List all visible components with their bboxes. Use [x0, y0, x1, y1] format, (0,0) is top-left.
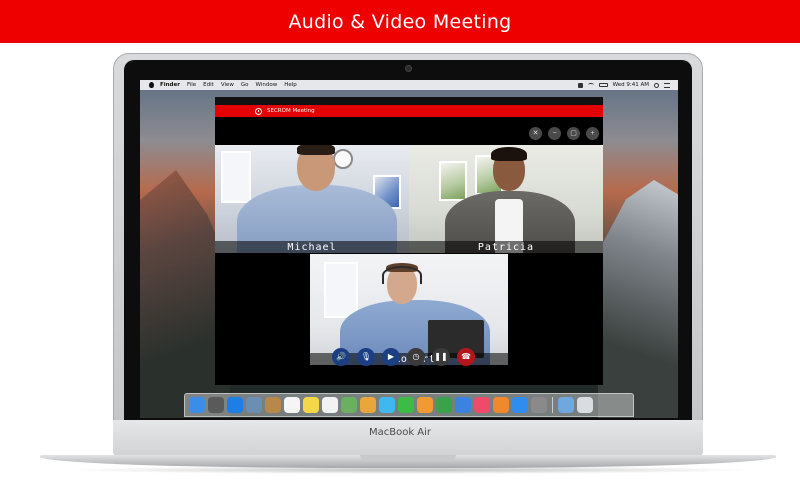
call-controls: 🔊 🎙 ▶ ◷ ❚❚ ☎: [332, 348, 475, 366]
mac-dock: [184, 393, 634, 417]
menu-window[interactable]: Window: [256, 82, 278, 88]
participant-name: Michael: [287, 241, 337, 253]
promo-page: Audio & Video Meeting MacBook Air Finder…: [0, 0, 800, 500]
photos-dock-icon[interactable]: [360, 397, 376, 413]
banner-title: Audio & Video Meeting: [288, 10, 512, 33]
wallpaper-mountain-right: [598, 180, 678, 418]
apple-menu-icon[interactable]: [149, 82, 154, 88]
spotlight-search-icon[interactable]: [654, 82, 659, 88]
app-header: SECROM Meeting: [215, 105, 603, 117]
name-bar: Patricia: [409, 241, 603, 253]
wall-clock: [333, 149, 353, 169]
name-bar: Michael: [215, 241, 409, 253]
app-title-bar[interactable]: [215, 97, 603, 105]
contacts-dock-icon[interactable]: [265, 397, 281, 413]
add-participant-button[interactable]: +: [586, 127, 599, 140]
menu-go[interactable]: Go: [241, 82, 249, 88]
facetime-dock-icon[interactable]: [398, 397, 414, 413]
speaker-button[interactable]: 🔊: [332, 348, 350, 366]
menu-edit[interactable]: Edit: [203, 82, 214, 88]
camera-button[interactable]: ▶: [382, 348, 400, 366]
calendar-dock-icon[interactable]: [284, 397, 300, 413]
webcam-icon: [405, 65, 412, 72]
menu-clock[interactable]: Wed 9:41 AM: [613, 82, 649, 88]
microphone-button[interactable]: 🎙: [357, 348, 375, 366]
books-dock-icon[interactable]: [493, 397, 509, 413]
window-toolbar: ✕ − ▢ +: [529, 127, 599, 140]
music-dock-icon[interactable]: [474, 397, 490, 413]
battery-icon[interactable]: [598, 83, 608, 87]
laptop-chin: [113, 420, 703, 456]
notification-center-icon[interactable]: [664, 82, 670, 88]
wall-art: [439, 161, 467, 201]
launchpad-dock-icon[interactable]: [208, 397, 224, 413]
keynote-dock-icon[interactable]: [455, 397, 471, 413]
video-tile-patricia[interactable]: Patricia: [409, 145, 603, 253]
system-preferences-dock-icon[interactable]: [531, 397, 547, 413]
promo-banner: Audio & Video Meeting: [0, 0, 800, 43]
finder-dock-icon[interactable]: [189, 397, 205, 413]
headset-icon: [382, 266, 422, 284]
fullscreen-button[interactable]: ▢: [567, 127, 580, 140]
close-button[interactable]: ✕: [529, 127, 542, 140]
background-window: [324, 262, 358, 318]
participant-hair: [297, 145, 335, 155]
menu-file[interactable]: File: [187, 82, 196, 88]
menu-view[interactable]: View: [221, 82, 234, 88]
laptop-screen: Finder File Edit View Go Window Help Wed…: [140, 80, 678, 418]
messages-dock-icon[interactable]: [379, 397, 395, 413]
menu-app-name[interactable]: Finder: [160, 82, 180, 88]
clock-logo-icon: [255, 107, 262, 115]
menu-help[interactable]: Help: [284, 82, 297, 88]
downloads-dock-icon[interactable]: [558, 397, 574, 413]
menu-status-area: Wed 9:41 AM: [577, 80, 670, 90]
numbers-dock-icon[interactable]: [436, 397, 452, 413]
pause-button[interactable]: ❚❚: [432, 348, 450, 366]
pages-dock-icon[interactable]: [417, 397, 433, 413]
participant-name: Patricia: [477, 241, 535, 253]
app-store-dock-icon[interactable]: [512, 397, 528, 413]
reminders-dock-icon[interactable]: [322, 397, 338, 413]
wifi-icon[interactable]: [587, 83, 594, 87]
screen-share-button[interactable]: ◷: [407, 348, 425, 366]
laptop-brand-label: MacBook Air: [368, 427, 432, 438]
participant-hair: [491, 147, 527, 161]
background-window: [221, 151, 251, 203]
video-tile-michael[interactable]: Michael: [215, 145, 409, 253]
dock-separator: [552, 397, 553, 413]
minimize-button[interactable]: −: [548, 127, 561, 140]
mac-menu-bar: Finder File Edit View Go Window Help Wed…: [140, 80, 678, 90]
notes-dock-icon[interactable]: [303, 397, 319, 413]
maps-dock-icon[interactable]: [341, 397, 357, 413]
safari-dock-icon[interactable]: [227, 397, 243, 413]
mail-dock-icon[interactable]: [246, 397, 262, 413]
app-title: SECROM Meeting: [267, 108, 315, 114]
laptop-notch: [360, 455, 456, 460]
trash-dock-icon[interactable]: [577, 397, 593, 413]
meeting-app-window: SECROM Meeting ✕ − ▢ + Michael Patricia …: [215, 97, 603, 385]
bluetooth-icon[interactable]: [577, 82, 583, 88]
hang-up-button[interactable]: ☎: [457, 348, 475, 366]
